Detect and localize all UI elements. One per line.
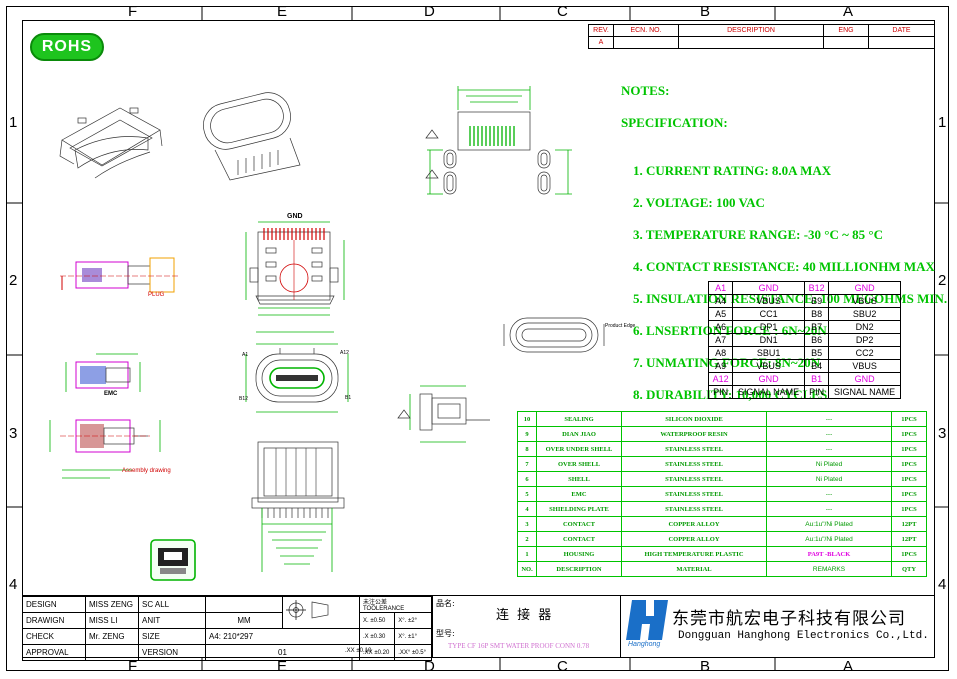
- side-view-emc: [65, 353, 141, 392]
- size-value: A4: 210*297: [205, 628, 360, 645]
- approval-by: [85, 644, 139, 661]
- front-face-view: [245, 343, 349, 413]
- top-view: [245, 221, 345, 333]
- pin-b1-label: B1: [345, 395, 352, 401]
- product-edge-view: [503, 317, 605, 353]
- gnd-label: GND: [287, 213, 303, 220]
- name-value: 连 接 器: [496, 608, 554, 623]
- component-icon: [150, 539, 196, 581]
- model-value: TYPE CF 16P SMT WATER PROOF CONN 0.78: [448, 642, 590, 650]
- pin-a12-label: A12: [340, 350, 349, 356]
- title-divider-2: [620, 596, 621, 658]
- model-label: 型号:: [436, 629, 455, 638]
- approval-label: APPROVAL: [22, 644, 86, 661]
- tol-2: X°. ±2°: [394, 612, 432, 629]
- company-name-en: Dongguan Hanghong Electronics Co.,Ltd.: [678, 630, 929, 642]
- pin-b12-label: B12: [239, 396, 248, 402]
- assembly-label: Assembly drawing: [122, 468, 171, 474]
- isometric-view-rear: [203, 92, 301, 181]
- title-top-line: [22, 595, 935, 596]
- pcb-footprint: [425, 86, 572, 195]
- tol-1: X. ±0.50: [358, 612, 396, 629]
- plug-label: PLUG: [148, 292, 165, 298]
- size-label: SIZE: [138, 628, 206, 645]
- version-value: 01: [205, 644, 360, 661]
- version-label: VERSION: [138, 644, 206, 661]
- bottom-view: [251, 441, 345, 572]
- product-edge-label: Product Edge: [605, 323, 636, 329]
- tolerance-title: 未注公差 TOOLERANCE: [359, 596, 432, 613]
- logo-text: Hanghong: [628, 641, 661, 648]
- isometric-view-front: [59, 107, 163, 179]
- tol-3: .X ±0.30: [358, 628, 396, 645]
- mechanical-drawing: [6, 6, 949, 671]
- side-view-plug: [60, 257, 180, 293]
- title-divider-1: [432, 596, 433, 658]
- drawing-by: MISS LI: [85, 612, 139, 629]
- tol-6: .XX° ±0.5°: [394, 644, 432, 661]
- scale-value: [205, 596, 283, 613]
- unit-value: MM: [205, 612, 283, 629]
- check-label: CHECK: [22, 628, 86, 645]
- tol-7: .XX ±0.10: [345, 648, 372, 654]
- tol-4: X°. ±1°: [394, 628, 432, 645]
- unit-label: ANIT: [138, 612, 206, 629]
- design-by: MISS ZENG: [85, 596, 139, 613]
- check-by: Mr. ZENG: [85, 628, 139, 645]
- name-label: 品名:: [436, 599, 455, 608]
- emc-label: EMC: [104, 391, 118, 397]
- drawing-label: DRAWIGN: [22, 612, 86, 629]
- company-logo: [626, 598, 670, 642]
- projection-cell: [282, 596, 360, 629]
- design-label: DESIGN: [22, 596, 86, 613]
- company-name-cn: 东莞市航宏电子科技有限公司: [672, 609, 906, 629]
- small-side-view: [397, 385, 490, 443]
- pin-a1-label: A1: [242, 352, 249, 358]
- scale-label: SC ALL: [138, 596, 206, 613]
